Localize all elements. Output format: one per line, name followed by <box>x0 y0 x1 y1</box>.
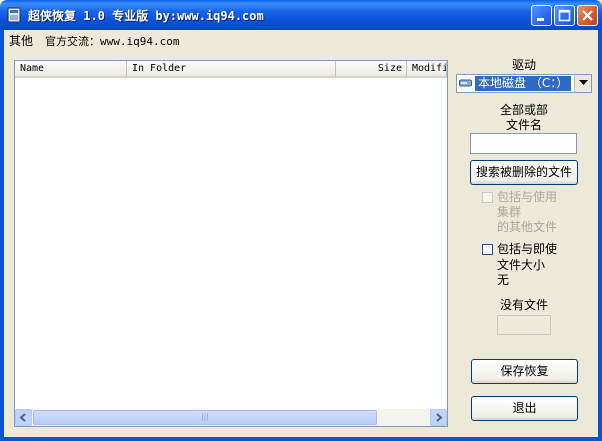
include-immediate-label-3: 无 <box>497 273 510 287</box>
close-button[interactable] <box>577 5 598 26</box>
window-title: 超侠恢复 1.0 专业版 by:www.iq94.com <box>28 9 264 23</box>
window-frame-right <box>598 30 602 441</box>
hard-drive-icon <box>459 79 472 87</box>
horizontal-scrollbar[interactable]: ||| <box>15 409 447 426</box>
include-immediate-label-1: 包括与即使 <box>497 242 558 256</box>
include-immediate-checkbox[interactable] <box>482 244 493 255</box>
menu-bar: 其他 官方交流：www.iq94.com <box>4 30 598 49</box>
column-header-folder[interactable]: In Folder <box>127 61 336 78</box>
chevron-down-icon <box>578 80 588 85</box>
file-list[interactable]: Name In Folder Size Modifi ||| <box>14 60 448 427</box>
search-deleted-button[interactable]: 搜索被删除的文件 <box>470 160 578 185</box>
filename-label-line2: 文件名 <box>505 118 542 132</box>
include-used-label-2: 集群 <box>497 205 522 219</box>
include-used-checkbox[interactable] <box>482 192 493 203</box>
save-recover-button[interactable]: 保存恢复 <box>471 359 578 384</box>
window-frame-bottom <box>0 437 602 441</box>
scroll-thumb[interactable]: ||| <box>33 410 377 425</box>
column-header-name[interactable]: Name <box>15 61 127 78</box>
drive-label: 驱动 <box>511 58 536 72</box>
drive-selected-value: 本地磁盘 （C：） <box>475 76 572 91</box>
minimize-icon <box>537 18 544 21</box>
exit-button[interactable]: 退出 <box>471 396 578 421</box>
title-bar[interactable]: 超侠恢复 1.0 专业版 by:www.iq94.com <box>0 0 602 30</box>
status-label: 没有文件 <box>499 298 548 312</box>
drive-dropdown-button[interactable] <box>574 75 591 92</box>
app-icon <box>7 7 21 23</box>
close-icon <box>582 10 593 21</box>
menu-official-link[interactable]: 官方交流：www.iq94.com <box>45 33 179 49</box>
minimize-button[interactable] <box>531 5 552 26</box>
chevron-left-icon <box>19 413 26 422</box>
filename-input[interactable] <box>470 133 577 154</box>
maximize-icon <box>558 9 571 22</box>
include-used-label-1: 包括与使用 <box>497 190 558 204</box>
window-frame-left <box>0 30 4 441</box>
maximize-button[interactable] <box>554 5 575 26</box>
column-header-modified[interactable]: Modifi <box>407 61 447 78</box>
scroll-right-button[interactable] <box>430 409 447 426</box>
chevron-right-icon <box>436 413 443 422</box>
include-immediate-label-2: 文件大小 <box>497 258 546 272</box>
column-header-size[interactable]: Size <box>336 61 407 78</box>
scroll-left-button[interactable] <box>15 409 32 426</box>
include-used-label-3: 的其他文件 <box>497 220 558 234</box>
drive-select[interactable]: 本地磁盘 （C：） <box>456 74 592 93</box>
menu-other[interactable]: 其他 <box>9 32 33 49</box>
status-field <box>497 315 551 335</box>
